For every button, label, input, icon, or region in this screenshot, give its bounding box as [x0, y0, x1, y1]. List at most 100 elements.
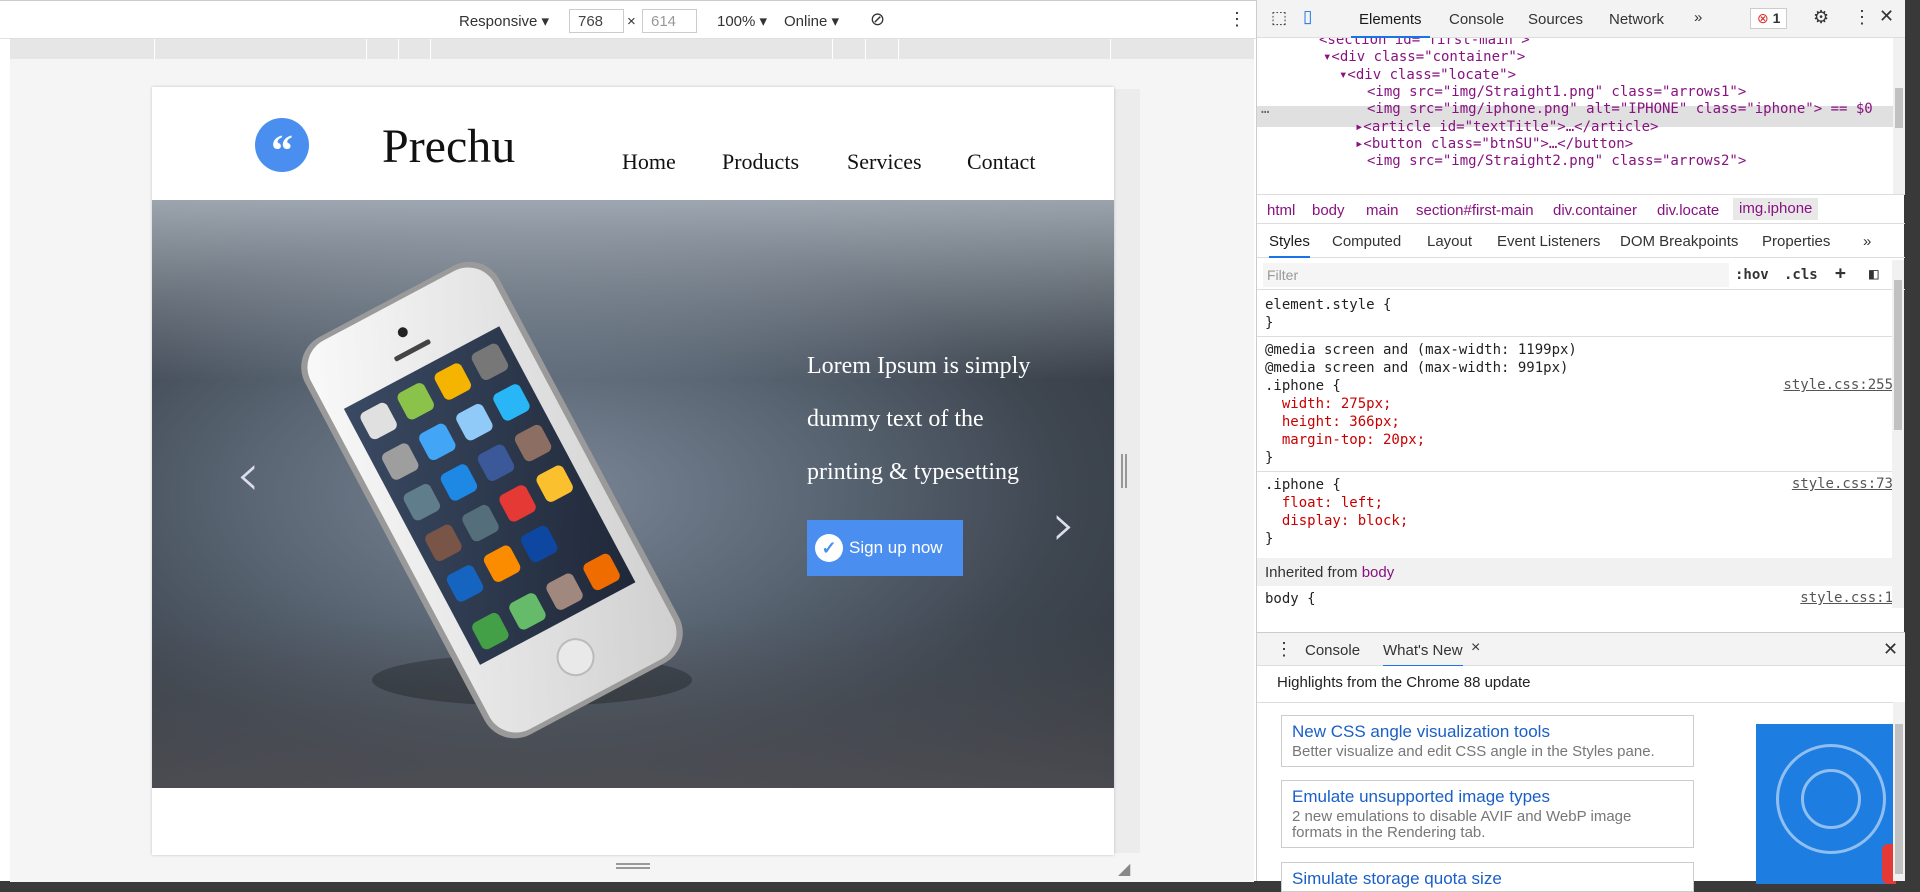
crumb-container[interactable]: div.container: [1553, 202, 1637, 219]
crumb-main[interactable]: main: [1366, 202, 1399, 219]
css-property[interactable]: width: 275px;: [1265, 395, 1392, 413]
check-circle-icon: ✓: [815, 534, 843, 562]
zoom-label: 100%: [717, 13, 756, 30]
styles-subtabs: Styles Computed Layout Event Listeners D…: [1257, 224, 1905, 258]
dom-node-selected[interactable]: <img src="img/iphone.png" alt="IPHONE" c…: [1367, 99, 1873, 119]
filter-input[interactable]: [1263, 263, 1729, 287]
dom-node[interactable]: <img src="img/Straight2.png" class="arro…: [1367, 151, 1746, 171]
next-slide-icon[interactable]: ›: [1052, 490, 1076, 560]
rotate-icon[interactable]: ⊘: [870, 9, 885, 30]
source-link[interactable]: style.css:255: [1783, 377, 1893, 393]
feature-card[interactable]: Emulate unsupported image types 2 new em…: [1281, 780, 1694, 848]
feature-title[interactable]: Emulate unsupported image types: [1292, 787, 1683, 807]
css-property[interactable]: display: block;: [1265, 512, 1408, 530]
css-property[interactable]: float: left;: [1265, 494, 1383, 512]
tab-properties[interactable]: Properties: [1762, 233, 1830, 250]
error-count: 1: [1772, 10, 1781, 26]
crumb-body[interactable]: body: [1312, 202, 1345, 219]
more-options-icon[interactable]: ⋮: [1228, 9, 1246, 30]
width-input[interactable]: 768: [569, 9, 624, 33]
tab-layout[interactable]: Layout: [1427, 233, 1472, 250]
source-link[interactable]: style.css:73: [1792, 476, 1893, 492]
node-actions-icon[interactable]: …: [1261, 99, 1269, 119]
css-property[interactable]: margin-top: 20px;: [1265, 431, 1425, 449]
nav-services[interactable]: Services: [847, 149, 922, 175]
toggle-sidebar-icon[interactable]: ◧: [1869, 264, 1879, 283]
resize-handle-right[interactable]: [1121, 454, 1127, 488]
drawer-menu-icon[interactable]: ⋮: [1275, 639, 1293, 660]
dom-node[interactable]: ▾<div class="container">: [1323, 47, 1525, 67]
rule-selector[interactable]: .iphone {: [1265, 476, 1341, 494]
height-input[interactable]: 614: [642, 9, 697, 33]
breadcrumb: html body main section#first-main div.co…: [1257, 194, 1905, 224]
device-toolbar-icon[interactable]: ▯: [1303, 7, 1312, 27]
drawer-tab-whats-new[interactable]: What's New: [1383, 642, 1463, 667]
dom-scroll-thumb[interactable]: [1895, 88, 1903, 128]
website-viewport: “ Prechu Home Products Services Contact: [152, 87, 1114, 855]
settings-gear-icon[interactable]: ⚙: [1813, 7, 1829, 28]
nav-home[interactable]: Home: [622, 149, 676, 175]
brand-name[interactable]: Prechu: [382, 119, 515, 174]
tab-event-listeners[interactable]: Event Listeners: [1497, 233, 1600, 250]
rule-selector[interactable]: .iphone {: [1265, 377, 1341, 395]
css-property[interactable]: height: 366px;: [1265, 413, 1400, 431]
feature-title[interactable]: Simulate storage quota size: [1292, 869, 1683, 889]
dom-scrollbar[interactable]: [1893, 38, 1905, 194]
resize-corner-icon[interactable]: ◢: [1118, 859, 1130, 878]
tab-network[interactable]: Network: [1609, 11, 1664, 28]
new-rule-icon[interactable]: +: [1835, 263, 1846, 284]
devtools-tabbar: ⬚ ▯ Elements Console Sources Network » ⊗…: [1257, 0, 1905, 38]
styles-scroll-thumb[interactable]: [1894, 280, 1902, 430]
tab-dom-breakpoints[interactable]: DOM Breakpoints: [1620, 233, 1738, 250]
drawer-tabbar: ⋮ Console What's New × ✕: [1257, 632, 1905, 667]
quote-logo-icon[interactable]: “: [255, 118, 309, 175]
rule-selector[interactable]: body {: [1265, 590, 1316, 608]
crumb-section[interactable]: section#first-main: [1416, 202, 1534, 219]
whats-new-scrollbar[interactable]: [1893, 702, 1905, 881]
close-drawer-icon[interactable]: ✕: [1883, 639, 1898, 660]
close-devtools-icon[interactable]: ✕: [1879, 6, 1894, 27]
inherited-header: Inherited from body: [1257, 558, 1893, 586]
more-tabs-icon[interactable]: »: [1694, 9, 1702, 26]
whats-new-scroll-thumb[interactable]: [1895, 724, 1903, 874]
close-tab-icon[interactable]: ×: [1471, 639, 1480, 657]
feature-card[interactable]: Simulate storage quota size: [1281, 862, 1694, 892]
inherited-label: Inherited from: [1265, 564, 1358, 581]
inherited-from[interactable]: body: [1362, 564, 1395, 581]
error-badge[interactable]: ⊗ 1: [1750, 8, 1788, 29]
prev-slide-icon[interactable]: ‹: [236, 440, 260, 510]
tab-styles[interactable]: Styles: [1269, 233, 1310, 258]
devtools-menu-icon[interactable]: ⋮: [1853, 7, 1871, 28]
chrome-88-promo-image: [1756, 724, 1896, 884]
resize-handle-bottom[interactable]: [616, 863, 650, 869]
tab-sources[interactable]: Sources: [1528, 11, 1583, 28]
hover-toggle[interactable]: :hov: [1735, 267, 1769, 283]
source-link[interactable]: style.css:1: [1800, 590, 1893, 606]
crumb-html[interactable]: html: [1267, 202, 1295, 219]
inspect-element-icon[interactable]: ⬚: [1271, 8, 1287, 28]
drawer-tab-console[interactable]: Console: [1305, 642, 1360, 659]
more-subtabs-icon[interactable]: »: [1863, 233, 1871, 250]
tab-elements[interactable]: Elements: [1351, 11, 1430, 38]
feature-desc: Better visualize and edit CSS angle in t…: [1292, 743, 1655, 760]
crumb-locate[interactable]: div.locate: [1657, 202, 1719, 219]
rule-brace: }: [1265, 450, 1274, 466]
throttle-select[interactable]: Online ▾: [784, 12, 839, 30]
device-toolbar: Responsive ▾ 768 × 614 100% ▾ Online ▾ ⊘…: [0, 1, 1256, 39]
device-select[interactable]: Responsive ▾: [459, 12, 549, 30]
crumb-iphone[interactable]: img.iphone: [1733, 198, 1819, 220]
feature-title[interactable]: New CSS angle visualization tools: [1292, 722, 1683, 742]
tab-computed[interactable]: Computed: [1332, 233, 1401, 250]
media-query-ruler[interactable]: [10, 39, 1254, 59]
feature-card[interactable]: New CSS angle visualization tools Better…: [1281, 715, 1694, 767]
media-query[interactable]: @media screen and (max-width: 1199px): [1265, 341, 1577, 359]
zoom-select[interactable]: 100% ▾: [717, 12, 767, 30]
rule-selector[interactable]: element.style {: [1265, 296, 1391, 314]
sign-up-button[interactable]: ✓ Sign up now: [807, 520, 963, 576]
class-toggle[interactable]: .cls: [1784, 267, 1818, 283]
styles-scrollbar[interactable]: [1892, 260, 1904, 608]
nav-products[interactable]: Products: [722, 149, 799, 175]
tab-console[interactable]: Console: [1449, 11, 1504, 28]
nav-contact[interactable]: Contact: [967, 149, 1035, 175]
media-query[interactable]: @media screen and (max-width: 991px): [1265, 359, 1568, 377]
